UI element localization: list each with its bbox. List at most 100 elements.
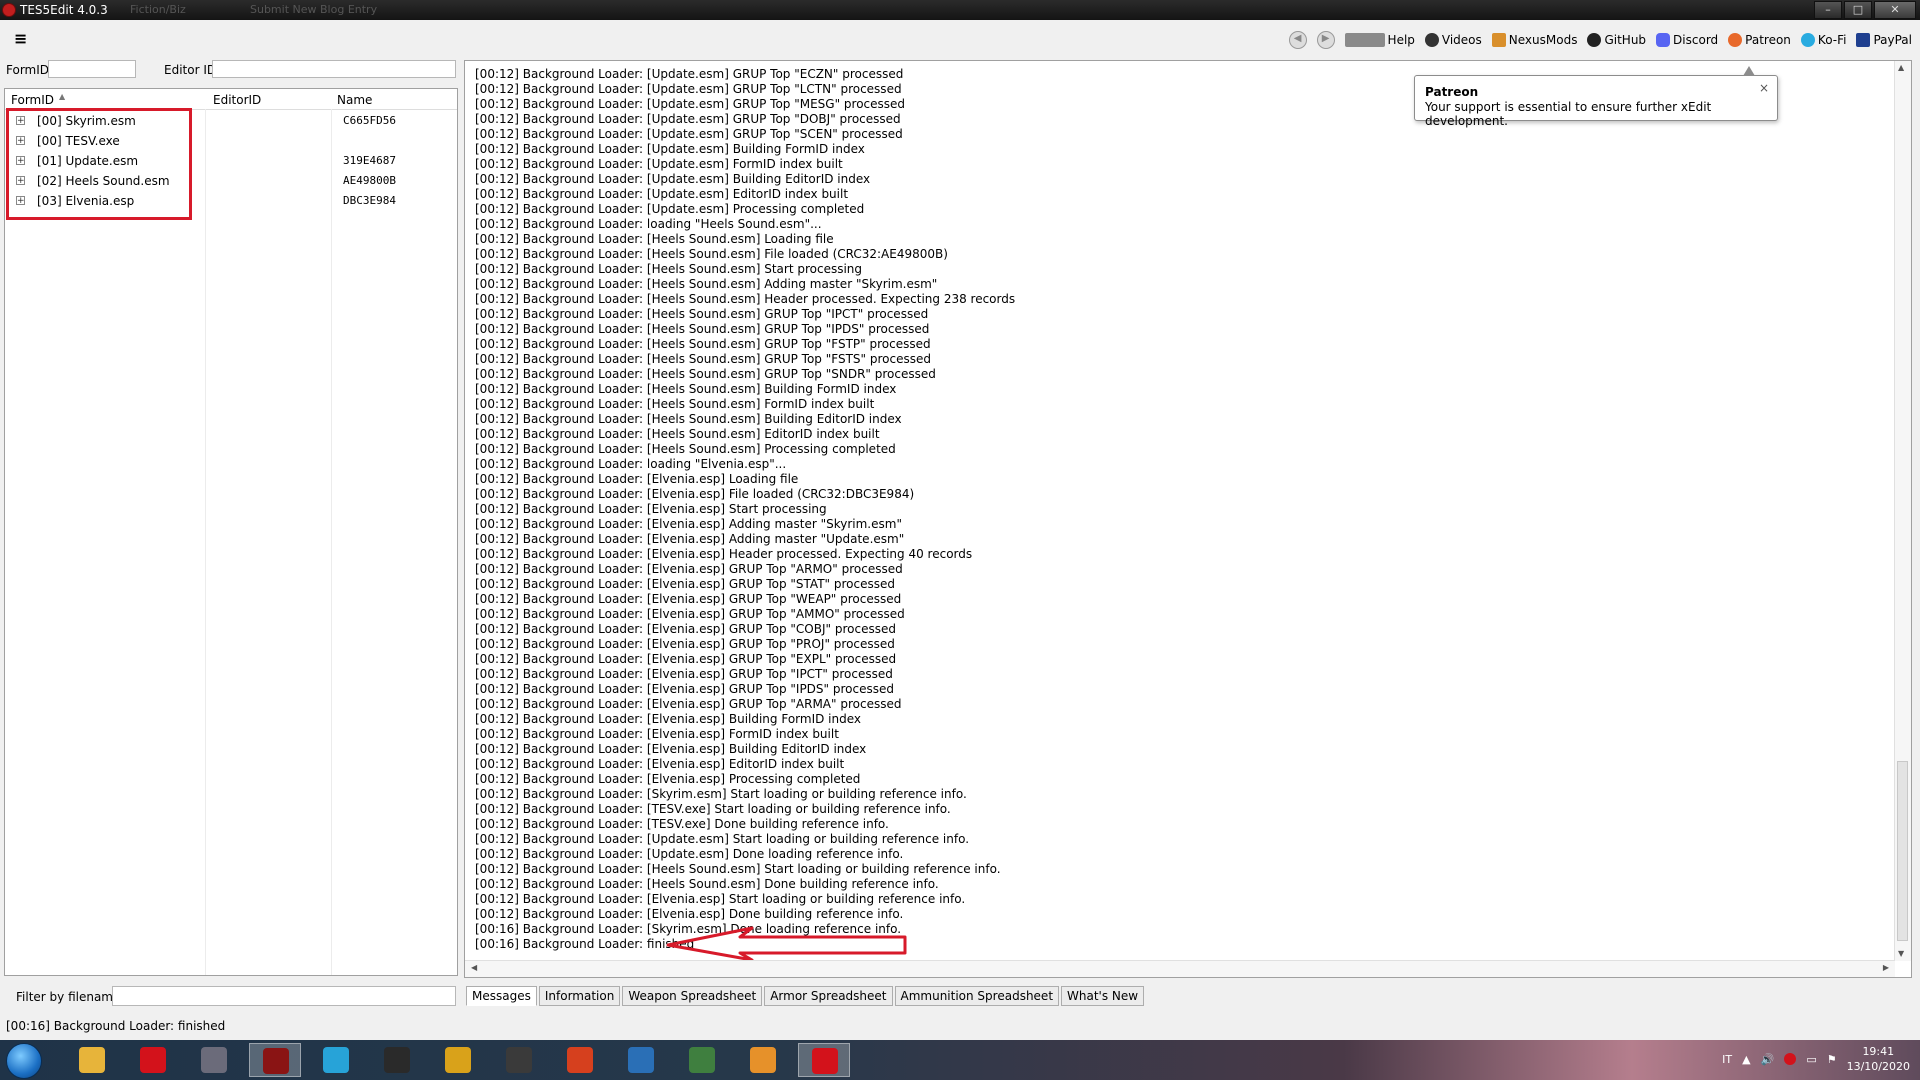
filter-row: Filter by filename:: [0, 986, 460, 1010]
plugin-tree[interactable]: FormID ▲ EditorID Name + [00] Skyrim.esm…: [4, 88, 458, 976]
column-header-formid[interactable]: FormID: [11, 93, 54, 107]
taskbar-app-button[interactable]: [371, 1043, 423, 1077]
menu-icon[interactable]: ≡: [14, 31, 27, 47]
log-line: [00:12] Background Loader: [Heels Sound.…: [475, 397, 875, 411]
taskbar-app-button[interactable]: [249, 1043, 301, 1077]
annotation-arrow: [666, 926, 907, 960]
taskbar-app-button[interactable]: [127, 1043, 179, 1077]
antivirus-icon[interactable]: [1784, 1053, 1797, 1065]
formid-label: FormID: [6, 63, 50, 77]
back-icon[interactable]: ◀: [1288, 31, 1307, 49]
close-window-button[interactable]: ✕: [1874, 1, 1916, 19]
status-bar: [00:16] Background Loader: finished: [0, 1016, 1920, 1036]
tab-information[interactable]: Information: [538, 986, 621, 1006]
start-button[interactable]: [6, 1043, 42, 1079]
messages-log[interactable]: [00:12] Background Loader: [Update.esm] …: [464, 60, 1912, 978]
column-header-name[interactable]: Name: [337, 93, 372, 107]
horizontal-scrollbar[interactable]: ◀ ▶: [465, 960, 1895, 977]
scroll-left-icon[interactable]: ◀: [471, 963, 477, 972]
tab-whats-new[interactable]: What's New: [1061, 986, 1145, 1006]
log-line: [00:12] Background Loader: [Elvenia.esp]…: [475, 667, 893, 681]
plugin-crc: 319E4687: [343, 154, 396, 167]
vertical-scrollbar[interactable]: ▲ ▼: [1894, 61, 1911, 961]
taskbar-app-button[interactable]: [432, 1043, 484, 1077]
status-text: [00:16] Background Loader: finished: [6, 1019, 226, 1033]
column-header-editorid[interactable]: EditorID: [213, 93, 261, 107]
network-icon[interactable]: ▭: [1806, 1053, 1816, 1066]
log-line: [00:12] Background Loader: [Elvenia.esp]…: [475, 727, 839, 741]
patreon-tooltip: Patreon Your support is essential to ens…: [1414, 66, 1778, 128]
taskbar-app-button[interactable]: [188, 1043, 240, 1077]
log-line: [00:12] Background Loader: [Elvenia.esp]…: [475, 757, 845, 771]
nexusmods-link[interactable]: NexusMods: [1491, 33, 1577, 47]
spreadsheet-icon: [689, 1047, 715, 1073]
scroll-thumb[interactable]: [1897, 761, 1908, 941]
tab-messages[interactable]: Messages: [466, 986, 537, 1006]
taskbar-app-button[interactable]: [493, 1043, 545, 1077]
log-lines: [00:12] Background Loader: [Update.esm] …: [475, 67, 1015, 952]
background-tab: Submit New Blog Entry: [250, 3, 378, 16]
taskbar-app-button[interactable]: [676, 1043, 728, 1077]
forward-icon[interactable]: ▶: [1316, 31, 1335, 49]
taskbar-app-button[interactable]: [310, 1043, 362, 1077]
log-line: [00:12] Background Loader: [Elvenia.esp]…: [475, 487, 915, 501]
log-line: [00:12] Background Loader: [Heels Sound.…: [475, 352, 931, 366]
scroll-down-icon[interactable]: ▼: [1898, 949, 1904, 958]
paypal-label: PayPal: [1873, 33, 1912, 47]
tab-armor-spreadsheet[interactable]: Armor Spreadsheet: [764, 986, 893, 1006]
formid-input[interactable]: [48, 60, 136, 78]
log-line: [00:12] Background Loader: [Update.esm] …: [475, 82, 902, 96]
taskbar-app-button[interactable]: [66, 1043, 118, 1077]
title-bar: TES5Edit 4.0.3 Fiction/Biz Submit New Bl…: [0, 0, 1920, 20]
tab-weapon-spreadsheet[interactable]: Weapon Spreadsheet: [622, 986, 763, 1006]
taskbar-app-button[interactable]: [737, 1043, 789, 1077]
media-center-icon: [201, 1047, 227, 1073]
discord-label: Discord: [1673, 33, 1719, 47]
sort-ascending-icon: ▲: [59, 92, 66, 101]
minimize-button[interactable]: –: [1814, 1, 1842, 19]
github-link[interactable]: GitHub: [1587, 33, 1646, 47]
log-line: [00:12] Background Loader: [Elvenia.esp]…: [475, 712, 861, 726]
help-label: Help: [1387, 33, 1415, 47]
taskbar-app-button[interactable]: [798, 1043, 850, 1077]
plugin-crc: AE49800B: [343, 174, 396, 187]
log-line: [00:12] Background Loader: [Heels Sound.…: [475, 427, 880, 441]
log-line: [00:12] Background Loader: [Heels Sound.…: [475, 232, 834, 246]
help-link[interactable]: Help: [1344, 33, 1415, 47]
log-line: [00:12] Background Loader: [Heels Sound.…: [475, 337, 931, 351]
filter-input[interactable]: [112, 986, 456, 1006]
paypal-link[interactable]: PayPal: [1856, 33, 1912, 47]
scroll-up-icon[interactable]: ▲: [1898, 63, 1904, 72]
taskbar-app-button[interactable]: [554, 1043, 606, 1077]
flag-icon[interactable]: ⚑: [1827, 1053, 1837, 1066]
videos-link[interactable]: Videos: [1424, 33, 1482, 47]
log-line: [00:12] Background Loader: [Heels Sound.…: [475, 877, 939, 891]
log-line: [00:12] Background Loader: [Heels Sound.…: [475, 307, 929, 321]
log-line: [00:12] Background Loader: [Heels Sound.…: [475, 412, 902, 426]
patreon-link[interactable]: Patreon: [1728, 33, 1791, 47]
log-line: [00:12] Background Loader: [Elvenia.esp]…: [475, 772, 861, 786]
winamp-icon: [384, 1047, 410, 1073]
nexusmods-icon: [1491, 33, 1506, 47]
tab-ammunition-spreadsheet[interactable]: Ammunition Spreadsheet: [894, 986, 1060, 1006]
log-line: [00:12] Background Loader: [Update.esm] …: [475, 832, 970, 846]
column-divider: [331, 109, 332, 975]
editorid-input[interactable]: [212, 60, 456, 78]
language-indicator[interactable]: IT: [1722, 1053, 1732, 1066]
kofi-link[interactable]: Ko-Fi: [1800, 33, 1846, 47]
discord-link[interactable]: Discord: [1656, 33, 1718, 47]
maximize-button[interactable]: □: [1844, 1, 1872, 19]
scroll-right-icon[interactable]: ▶: [1883, 963, 1889, 972]
volume-icon[interactable]: 🔊: [1761, 1053, 1775, 1066]
tes5edit-icon: [2, 3, 16, 17]
tooltip-text: Your support is essential to ensure furt…: [1425, 100, 1712, 128]
patreon-icon: [1728, 33, 1743, 47]
log-line: [00:12] Background Loader: [Heels Sound.…: [475, 367, 936, 381]
clock[interactable]: 19:41 13/10/2020: [1847, 1044, 1910, 1074]
log-line: [00:12] Background Loader: [Elvenia.esp]…: [475, 892, 966, 906]
taskbar-app-button[interactable]: [615, 1043, 667, 1077]
close-icon[interactable]: ×: [1759, 81, 1769, 95]
tooltip-title: Patreon: [1425, 85, 1479, 99]
tray-expand-icon[interactable]: ▲: [1742, 1053, 1750, 1066]
log-line: [00:12] Background Loader: [Heels Sound.…: [475, 322, 930, 336]
